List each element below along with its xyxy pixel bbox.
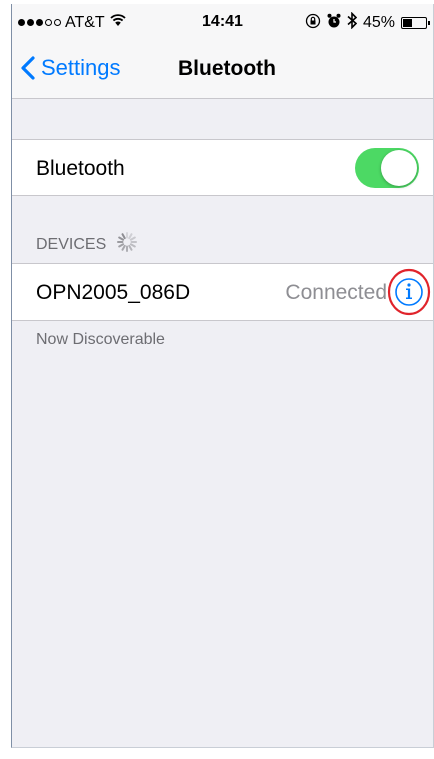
device-row[interactable]: OPN2005_086D Connected — [12, 263, 433, 321]
back-button[interactable]: Settings — [20, 55, 121, 81]
battery-level — [403, 19, 412, 27]
navigation-bar: Settings Bluetooth — [12, 40, 433, 99]
device-status: Connected — [285, 281, 387, 304]
toggle-knob — [381, 150, 417, 186]
bluetooth-toggle-switch[interactable] — [355, 148, 419, 188]
status-bar: AT&T 14:41 45% — [12, 4, 433, 40]
device-name: OPN2005_086D — [36, 281, 191, 304]
phone-screen: AT&T 14:41 45% Settings Bluetooth Blueto… — [11, 4, 434, 748]
back-label: Settings — [41, 55, 121, 80]
chevron-left-icon — [20, 56, 36, 80]
status-right: 45% — [305, 11, 430, 34]
bluetooth-toggle-row: Bluetooth — [12, 139, 433, 196]
spinner-icon — [116, 231, 138, 258]
rotation-lock-icon — [305, 13, 321, 34]
devices-header-label: DEVICES — [36, 235, 107, 253]
bluetooth-label: Bluetooth — [36, 157, 125, 180]
device-info-button[interactable] — [387, 268, 431, 316]
devices-section-header: DEVICES — [36, 231, 138, 258]
bluetooth-icon — [347, 11, 358, 34]
battery-percent: 45% — [362, 14, 395, 31]
discoverable-status: Now Discoverable — [36, 331, 165, 348]
page-title: Bluetooth — [178, 57, 276, 80]
alarm-icon — [327, 13, 341, 34]
battery-icon — [401, 17, 430, 29]
